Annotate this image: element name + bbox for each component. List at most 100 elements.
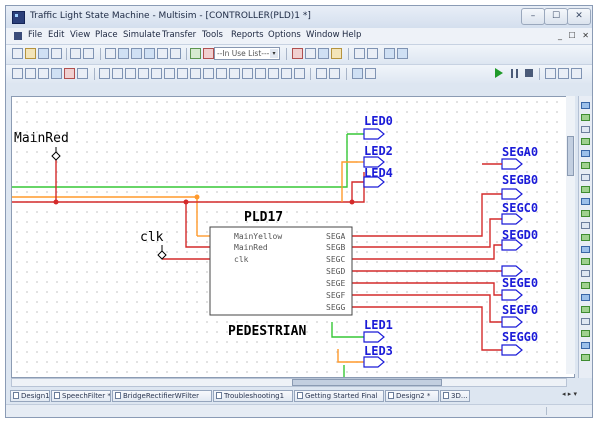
grapher-icon[interactable] [329, 68, 340, 79]
place-power-icon[interactable] [216, 68, 227, 79]
document-window-controls[interactable]: _ ☐ ✕ [558, 31, 591, 40]
segg0-connector-icon[interactable] [501, 344, 523, 356]
wire-red-mainred-in[interactable] [185, 202, 210, 248]
mainred-connector-icon[interactable] [51, 151, 61, 161]
network-analyzer-icon[interactable] [581, 258, 590, 265]
menu-view[interactable]: View [70, 30, 90, 40]
wire-orange-led3[interactable] [337, 349, 364, 363]
place-misc-icon[interactable] [229, 68, 240, 79]
tab-navigation-arrows[interactable]: ◂ ▸ ▾ [562, 390, 577, 398]
cut-icon[interactable] [105, 48, 116, 59]
four-channel-scope-icon[interactable] [581, 150, 590, 157]
tab-3d[interactable]: 3D... [440, 390, 470, 402]
place-transistor-icon[interactable] [138, 68, 149, 79]
function-generator-icon[interactable] [581, 114, 590, 121]
back-icon[interactable] [12, 68, 23, 79]
run-simulation-icon[interactable] [495, 68, 503, 78]
menu-transfer[interactable]: Transfer [162, 30, 196, 40]
new-icon[interactable] [12, 48, 23, 59]
panel-view-icon[interactable] [397, 48, 408, 59]
logic-analyzer-icon[interactable] [581, 198, 590, 205]
analysis-icon[interactable] [203, 48, 214, 59]
place-diode-icon[interactable] [125, 68, 136, 79]
place-source-icon[interactable] [99, 68, 110, 79]
labview-instrument-icon[interactable] [581, 330, 590, 337]
tab-troubleshooting1[interactable]: Troubleshooting1 [213, 390, 293, 402]
chevron-down-icon[interactable]: ▾ [270, 49, 278, 58]
wattmeter-icon[interactable] [581, 126, 590, 133]
oscilloscope-icon[interactable] [367, 48, 378, 59]
place-bus-icon[interactable] [294, 68, 305, 79]
vertical-scrollbar[interactable] [566, 96, 575, 374]
menu-window[interactable]: Window [306, 30, 340, 40]
probe-tool-icon[interactable] [316, 68, 327, 79]
bug-icon[interactable] [292, 48, 303, 59]
sege0-connector-icon[interactable] [501, 289, 523, 301]
multimeter-instrument-icon[interactable] [581, 102, 590, 109]
database-icon[interactable] [190, 48, 201, 59]
segc0-connector-icon[interactable] [501, 213, 523, 225]
stop-simulation-icon[interactable] [525, 69, 533, 77]
wire-orange-mainyellow[interactable] [12, 196, 198, 236]
vertical-scroll-thumb[interactable] [567, 136, 574, 176]
place-analog-icon[interactable] [151, 68, 162, 79]
place-cmos-icon[interactable] [177, 68, 188, 79]
tab-speechfilter[interactable]: SpeechFilter * [51, 390, 111, 402]
wire-green-led1[interactable] [331, 322, 364, 338]
schematic-canvas[interactable]: MainRed clk PLD17 PEDESTRIAN MainYellow … [11, 96, 575, 378]
net-icon[interactable] [352, 68, 363, 79]
place-basic-icon[interactable] [112, 68, 123, 79]
zoom-in-icon[interactable] [545, 68, 556, 79]
place-rf-icon[interactable] [242, 68, 253, 79]
menu-help[interactable]: Help [342, 30, 361, 40]
tab-design2[interactable]: Design2 * [385, 390, 439, 402]
tab-design1[interactable]: Design1 [10, 390, 50, 402]
place-pld-icon[interactable] [268, 68, 279, 79]
menu-edit[interactable]: Edit [48, 30, 64, 40]
tektronix-scope-icon[interactable] [581, 306, 590, 313]
zoom-out-icon[interactable] [558, 68, 569, 79]
menu-options[interactable]: Options [268, 30, 301, 40]
place-mcu-icon[interactable] [190, 68, 201, 79]
wire-red-led4[interactable] [351, 181, 364, 202]
sheet-view-icon[interactable] [384, 48, 395, 59]
segf0-connector-icon[interactable] [501, 316, 523, 328]
segb0-connector-icon[interactable] [501, 188, 523, 200]
logic-converter-icon[interactable] [581, 210, 590, 217]
grid-icon[interactable] [144, 48, 155, 59]
horizontal-scrollbar[interactable] [11, 378, 567, 387]
clk-connector-icon[interactable] [157, 250, 167, 260]
print-preview-icon[interactable] [51, 48, 62, 59]
multimeter-icon[interactable] [354, 48, 365, 59]
led1-connector-icon[interactable] [363, 331, 385, 343]
maximize-button[interactable]: ☐ [544, 8, 568, 25]
paste-icon[interactable] [131, 48, 142, 59]
bode-plotter-icon[interactable] [581, 162, 590, 169]
wire-icon[interactable] [38, 68, 49, 79]
spreadsheet-icon[interactable] [170, 48, 181, 59]
component-icon[interactable] [157, 48, 168, 59]
agilent-generator-icon[interactable] [581, 270, 590, 277]
wire-seg-b[interactable] [352, 218, 502, 248]
copy-icon[interactable] [118, 48, 129, 59]
multisim-app-icon[interactable] [12, 11, 25, 24]
tab-getting-started-final[interactable]: Getting Started Final [294, 390, 384, 402]
minimize-button[interactable]: – [521, 8, 545, 25]
menu-reports[interactable]: Reports [231, 30, 264, 40]
agilent-multimeter-icon[interactable] [581, 282, 590, 289]
word-generator-icon[interactable] [581, 186, 590, 193]
segd-extra-connector-icon[interactable] [501, 265, 523, 277]
tab-bridgerectifier[interactable]: BridgeRectifierWFilter [112, 390, 212, 402]
current-probe-icon[interactable] [581, 342, 590, 349]
ni-elvis-icon[interactable] [581, 354, 590, 361]
print-icon[interactable] [70, 48, 81, 59]
probe-icon[interactable] [318, 48, 329, 59]
zoom-fit-icon[interactable] [571, 68, 582, 79]
measurement-probe-icon[interactable] [581, 318, 590, 325]
place-indicator-icon[interactable] [203, 68, 214, 79]
menu-tools[interactable]: Tools [202, 30, 223, 40]
agilent-scope-icon[interactable] [581, 294, 590, 301]
iv-analyzer-icon[interactable] [581, 222, 590, 229]
menu-simulate[interactable]: Simulate [123, 30, 161, 40]
open-icon[interactable] [25, 48, 36, 59]
